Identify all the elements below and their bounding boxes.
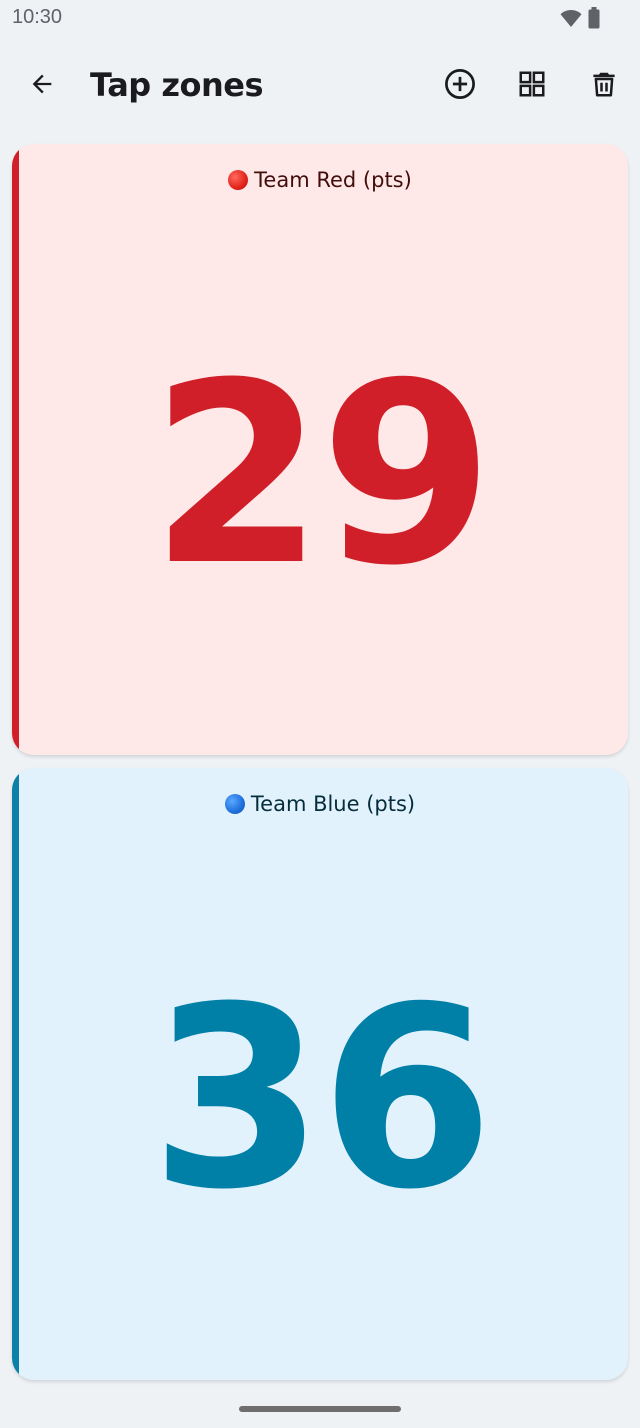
zone-value-red: 29	[150, 329, 494, 620]
status-time: 10:30	[12, 6, 63, 28]
zone-label-text: Team Red (pts)	[254, 168, 412, 192]
app-bar: Tap zones	[0, 52, 640, 120]
grid-icon	[517, 69, 547, 104]
page-title: Tap zones	[90, 66, 263, 104]
zone-value-blue: 36	[150, 953, 494, 1244]
add-circle-icon	[443, 67, 477, 106]
trash-icon	[589, 69, 619, 104]
red-circle-icon	[228, 170, 249, 190]
blue-circle-icon	[224, 794, 245, 814]
add-zone-button[interactable]	[436, 62, 484, 110]
zone-label-text: Team Blue (pts)	[250, 792, 416, 816]
layout-grid-button[interactable]	[508, 62, 556, 110]
arrow-left-icon	[28, 70, 56, 103]
delete-button[interactable]	[580, 62, 628, 110]
zone-label: Team Blue (pts)	[12, 792, 628, 816]
wifi-icon	[560, 8, 582, 33]
zone-label: Team Red (pts)	[12, 168, 628, 192]
back-button[interactable]	[18, 62, 66, 110]
gesture-nav-bar[interactable]	[239, 1406, 401, 1412]
status-icons	[560, 7, 600, 34]
battery-icon	[588, 7, 600, 34]
status-bar: 10:30	[0, 0, 640, 38]
